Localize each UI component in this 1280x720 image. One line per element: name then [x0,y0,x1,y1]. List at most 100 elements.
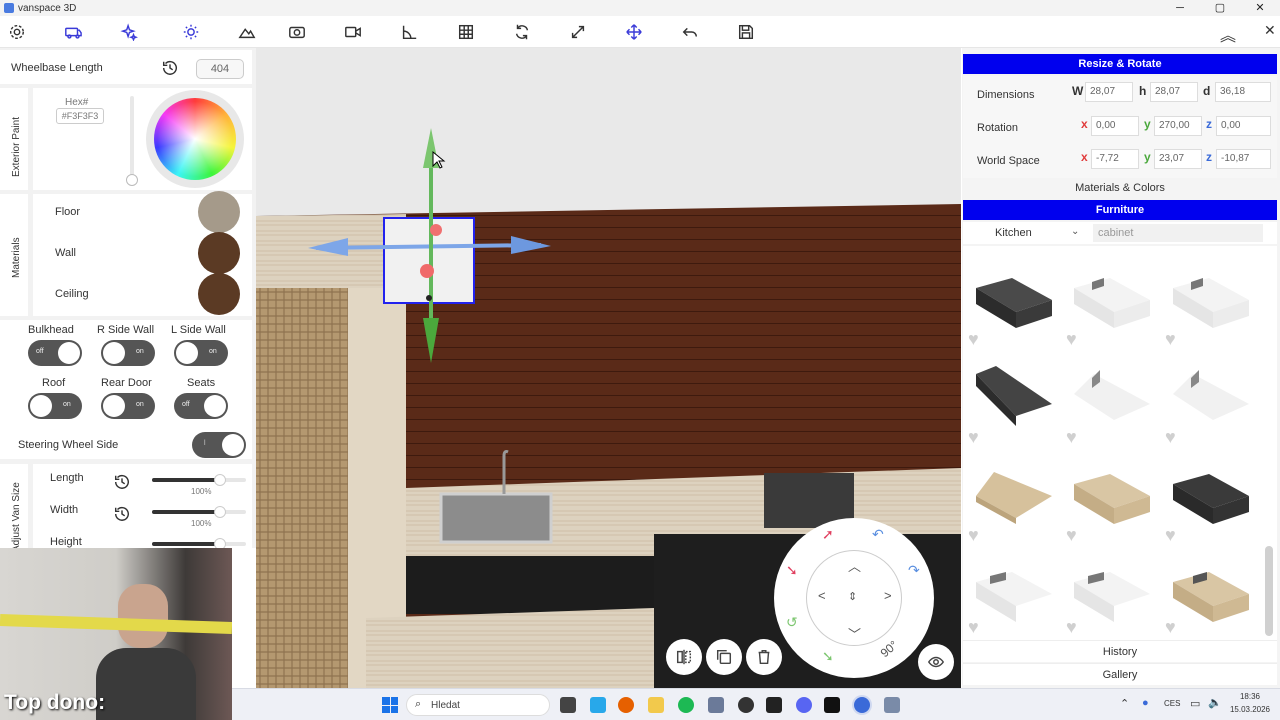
save-icon[interactable] [736,22,756,42]
reset-length-icon[interactable] [113,473,131,496]
calculator-icon[interactable] [708,697,724,713]
tray-chevron-icon[interactable]: ⌃ [1120,697,1129,710]
furniture-item[interactable]: ♥ [1064,266,1156,356]
volume-icon[interactable]: 🔈 [1208,696,1222,709]
furniture-item[interactable]: ♥ [1163,364,1255,454]
furniture-item[interactable]: ♥ [1163,560,1255,640]
favorite-heart-icon[interactable]: ♥ [968,428,979,446]
visibility-button[interactable] [918,644,954,680]
grid-icon[interactable] [456,22,476,42]
close-panel-icon[interactable]: ✕ [1264,22,1276,39]
furniture-item[interactable]: ♥ [966,560,1058,640]
furniture-header[interactable]: Furniture [963,200,1277,220]
brightness-slider[interactable] [126,96,138,186]
steering-toggle[interactable]: l [192,432,246,458]
furniture-item[interactable]: ♥ [1163,462,1255,552]
furniture-item[interactable]: ♥ [1064,462,1156,552]
vanspace-icon[interactable] [854,697,870,713]
van-icon[interactable] [63,22,83,42]
furniture-item[interactable]: ♥ [1064,364,1156,454]
gear-icon[interactable] [7,22,27,42]
nav-right-icon[interactable]: > [884,588,892,603]
snipping-icon[interactable] [590,697,606,713]
clock-time[interactable]: 18:36 [1228,692,1272,701]
mountain-icon[interactable] [237,22,257,42]
color-wheel[interactable] [154,98,236,180]
move-icon[interactable] [624,22,644,42]
obs-icon[interactable] [738,697,754,713]
duplicate-button[interactable] [706,639,742,675]
furniture-item[interactable]: ♥ [966,266,1058,356]
favorite-heart-icon[interactable]: ♥ [1066,618,1077,636]
favorite-heart-icon[interactable]: ♥ [1165,526,1176,544]
microphone-icon[interactable]: ● [1142,697,1149,709]
sparkle-icon[interactable] [119,22,139,42]
width-slider[interactable] [152,506,246,518]
clock-date[interactable]: 15.03.2026 [1225,705,1275,714]
favorite-heart-icon[interactable]: ♥ [1165,428,1176,446]
nav-left-icon[interactable]: < [818,588,826,603]
world-x-field[interactable]: -7,72 [1091,149,1139,169]
firefox-icon[interactable] [618,697,634,713]
brightness-thumb[interactable] [126,174,138,186]
spotify-icon[interactable] [678,697,694,713]
rear-door-toggle[interactable]: on [101,393,155,419]
close-button[interactable]: ✕ [1240,0,1280,16]
video-icon[interactable] [343,22,363,42]
world-z-field[interactable]: -10,87 [1216,149,1271,169]
furniture-item[interactable]: ♥ [966,462,1058,552]
favorite-heart-icon[interactable]: ♥ [968,330,979,348]
furniture-search-input[interactable]: cabinet [1093,224,1263,242]
rotate-red-down-icon[interactable]: ➘ [786,562,798,579]
maximize-button[interactable]: ▢ [1200,0,1240,16]
rotate-green-down-icon[interactable]: ➘ [822,648,834,665]
favorite-heart-icon[interactable]: ♥ [1165,330,1176,348]
3d-viewport[interactable]: ︿ ﹀ < > ⇕ ➚ ↶ ➘ ↷ ↺ ➘ 90° [256,48,961,688]
unity-icon[interactable] [824,697,840,713]
undo-icon[interactable] [680,22,700,42]
rotate-green-left-icon[interactable]: ↺ [786,614,798,631]
discord-icon[interactable] [796,697,812,713]
rotate-blue-down-icon[interactable]: ↷ [908,562,920,579]
rotate-red-up-icon[interactable]: ➚ [822,526,834,543]
length-slider[interactable] [152,474,246,486]
rotation-x-field[interactable]: 0,00 [1091,116,1139,136]
collapse-toolbar-icon[interactable]: ︽ [1220,22,1236,46]
favorite-heart-icon[interactable]: ♥ [968,618,979,636]
world-y-field[interactable]: 23,07 [1154,149,1202,169]
height-field[interactable]: 28,07 [1150,82,1198,102]
favorite-heart-icon[interactable]: ♥ [968,526,979,544]
bulkhead-toggle[interactable]: off [28,340,82,366]
capcut-icon[interactable] [766,697,782,713]
depth-field[interactable]: 36,18 [1215,82,1271,102]
rotate-90-label[interactable]: 90° [878,638,901,660]
favorite-heart-icon[interactable]: ♥ [1066,526,1077,544]
hex-input[interactable]: #F3F3F3 [56,108,104,124]
nav-center-icon[interactable]: ⇕ [848,590,857,603]
reset-history-icon[interactable] [161,59,179,82]
wall-swatch[interactable] [198,232,240,274]
r-side-wall-toggle[interactable]: on [101,340,155,366]
rotate-blue-icon[interactable]: ↶ [872,526,884,543]
mirror-button[interactable] [666,639,702,675]
width-field[interactable]: 28,07 [1085,82,1133,102]
expand-icon[interactable] [568,22,588,42]
category-select[interactable]: Kitchen [995,227,1032,239]
nav-down-icon[interactable]: ﹀ [848,624,861,643]
furniture-item[interactable]: ♥ [966,364,1058,454]
task-view-icon[interactable] [560,697,576,713]
furniture-item[interactable]: ♥ [1064,560,1156,640]
height-slider[interactable] [152,538,246,548]
camera-icon[interactable] [287,22,307,42]
ceiling-swatch[interactable] [198,273,240,315]
minimize-button[interactable]: ─ [1160,0,1200,16]
history-tab[interactable]: History [963,640,1277,662]
settings-icon[interactable] [884,697,900,713]
resize-rotate-header[interactable]: Resize & Rotate [963,54,1277,74]
l-side-wall-toggle[interactable]: on [174,340,228,366]
materials-colors-tab[interactable]: Materials & Colors [963,178,1277,198]
nav-up-icon[interactable]: ︿ [848,556,861,575]
network-icon[interactable]: ▭ [1190,697,1200,710]
sun-icon[interactable] [181,22,201,42]
rotation-z-field[interactable]: 0,00 [1216,116,1271,136]
